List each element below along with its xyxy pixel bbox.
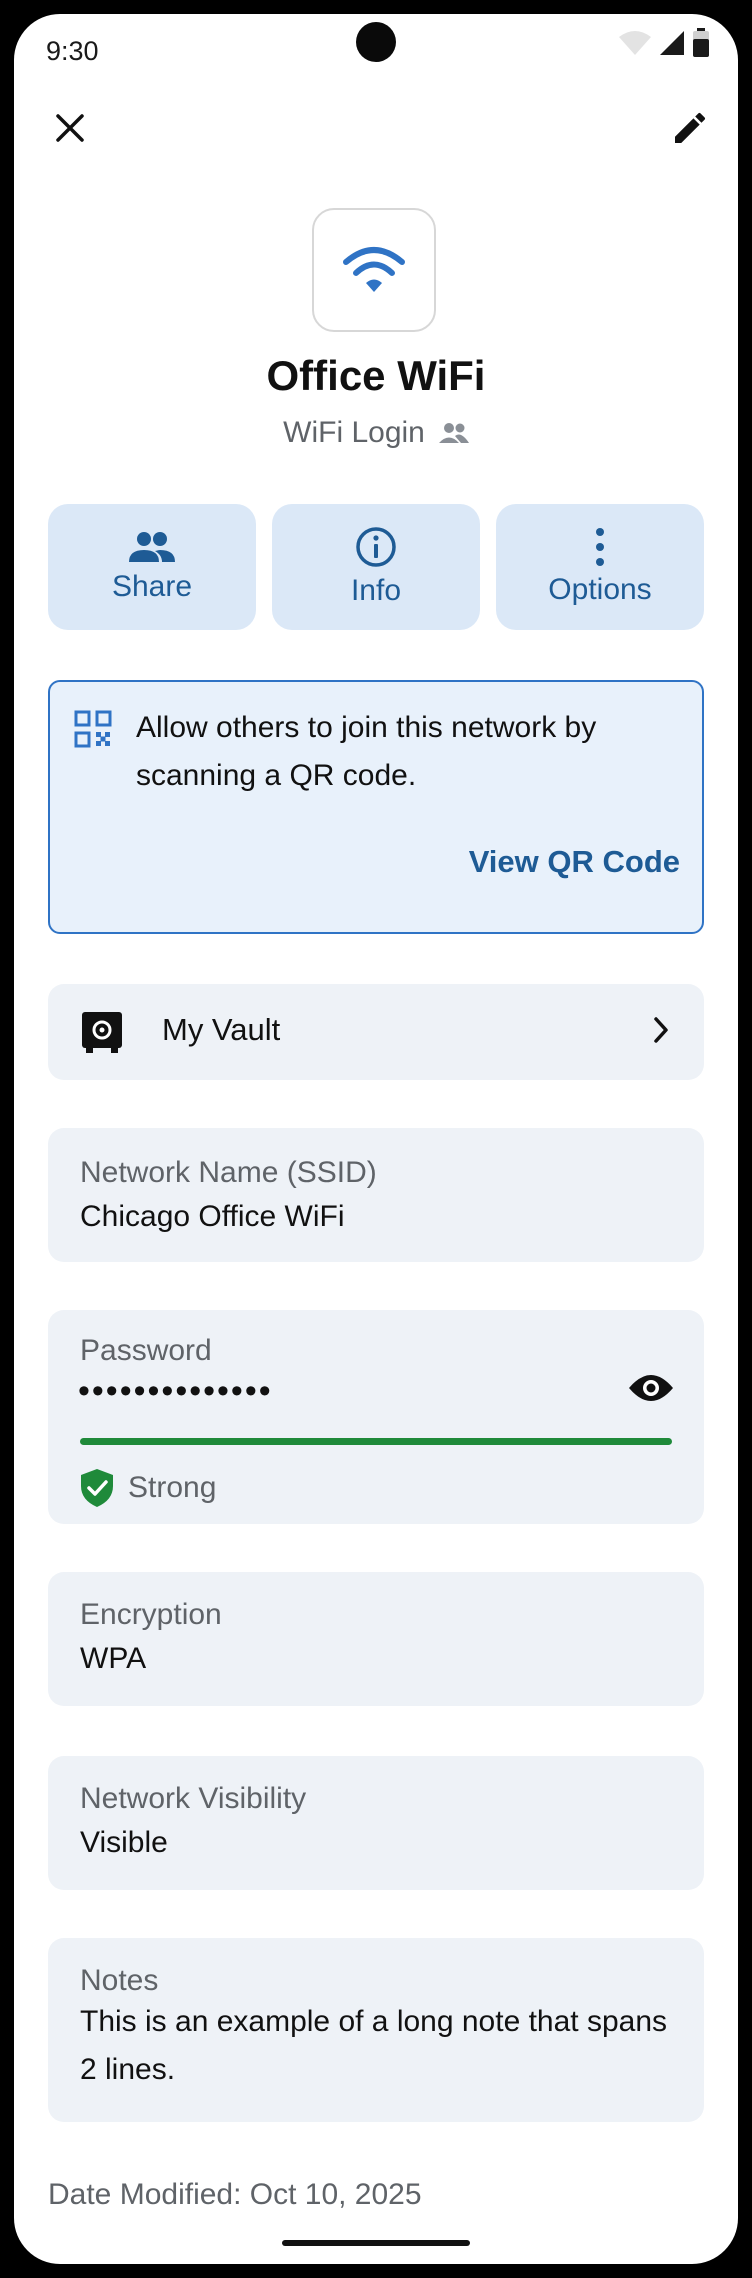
encryption-field[interactable]: Encryption WPA <box>48 1572 704 1706</box>
show-password-icon[interactable] <box>628 1372 674 1404</box>
action-buttons: Share Info Options <box>48 504 704 630</box>
item-title: Office WiFi <box>266 352 486 399</box>
chevron-right-icon <box>654 1017 668 1043</box>
camera-cutout <box>356 22 396 62</box>
info-icon <box>356 527 396 567</box>
visibility-field[interactable]: Network Visibility Visible <box>48 1756 704 1890</box>
shield-check-icon <box>81 1469 113 1507</box>
shared-people-icon <box>438 423 469 443</box>
password-strength-bar <box>80 1438 672 1445</box>
vault-safe-icon <box>82 1012 122 1053</box>
close-icon <box>56 114 84 142</box>
vault-label: My Vault <box>162 1012 281 1047</box>
share-button[interactable]: Share <box>48 504 256 630</box>
qr-code-icon <box>74 710 112 748</box>
close-button[interactable] <box>42 100 98 156</box>
cell-signal-icon <box>660 31 684 55</box>
edit-button[interactable] <box>662 100 718 156</box>
password-strength: Strong <box>80 1468 216 1508</box>
wifi-icon <box>343 247 405 292</box>
system-icons <box>618 28 710 58</box>
visibility-value: Visible <box>80 1826 168 1859</box>
pencil-icon <box>675 112 706 143</box>
qr-banner-text: Allow others to join this network by sca… <box>136 711 597 792</box>
encryption-value: WPA <box>80 1642 147 1675</box>
strength-label: Strong <box>128 1471 217 1504</box>
wifi-signal-icon <box>619 31 651 55</box>
password-field[interactable]: Password •••••••••••••• Strong <box>48 1310 704 1524</box>
ssid-field[interactable]: Network Name (SSID) Chicago Office WiFi <box>48 1128 704 1262</box>
vault-row[interactable]: My Vault <box>48 984 704 1080</box>
info-button[interactable]: Info <box>272 504 480 630</box>
more-vert-icon <box>596 528 604 566</box>
notes-field[interactable]: Notes This is an example of a long note … <box>48 1938 704 2122</box>
item-icon <box>312 208 436 332</box>
encryption-label: Encryption <box>80 1598 222 1631</box>
info-label: Info <box>350 574 402 607</box>
notes-label: Notes <box>80 1964 159 1997</box>
item-subtitle: WiFi Login <box>14 416 738 450</box>
visibility-label: Network Visibility <box>80 1782 307 1815</box>
home-indicator[interactable] <box>282 2240 470 2246</box>
item-type-label: WiFi Login <box>283 416 425 449</box>
date-modified: Date Modified: Oct 10, 2025 <box>48 2178 422 2211</box>
options-button[interactable]: Options <box>496 504 704 630</box>
password-value: •••••••••••••• <box>78 1372 273 1410</box>
ssid-label: Network Name (SSID) <box>80 1156 377 1189</box>
status-time: 9:30 <box>46 36 99 66</box>
view-qr-code-link[interactable]: View QR Code <box>469 844 680 880</box>
battery-icon <box>693 28 709 57</box>
phone-screen: 9:30 Office WiFi WiFi Login Share Info O… <box>14 14 738 2264</box>
status-bar: 9:30 <box>14 14 738 70</box>
share-label: Share <box>111 570 193 603</box>
qr-banner: Allow others to join this network by sca… <box>48 680 704 934</box>
ssid-value: Chicago Office WiFi <box>80 1200 345 1233</box>
password-label: Password <box>80 1334 212 1367</box>
options-label: Options <box>548 573 652 606</box>
notes-value: This is an example of a long note that s… <box>80 2005 668 2086</box>
people-icon <box>129 532 175 562</box>
